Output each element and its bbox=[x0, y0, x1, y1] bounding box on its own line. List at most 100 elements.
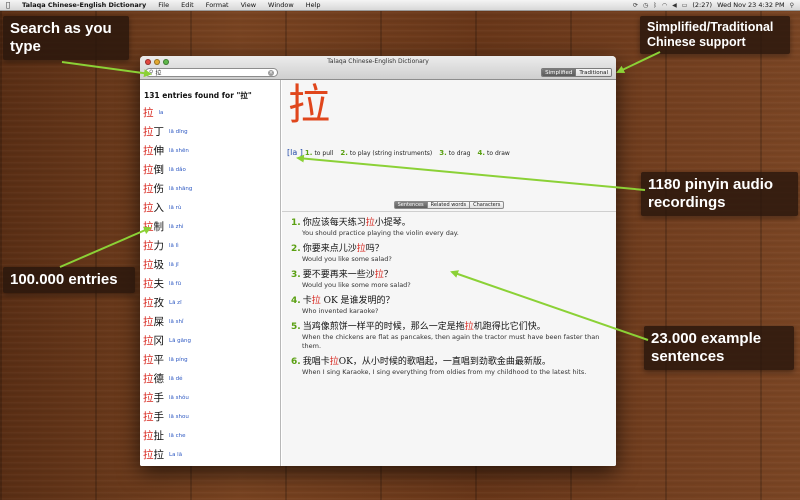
sentence-item[interactable]: 2. 你要来点儿沙拉吗？ Would you like some salad? bbox=[291, 243, 608, 264]
script-toggle[interactable]: Simplified Traditional bbox=[541, 68, 612, 77]
arrow-search bbox=[61, 61, 152, 78]
sentence-item[interactable]: 6. 我唱卡拉OK，从小时候的歌唱起，一直唱到劲歌金曲最新版。 When I sin… bbox=[291, 356, 608, 377]
bluetooth-icon[interactable]: ᛒ bbox=[653, 2, 657, 9]
callout-sentences: 23.000 example sentences bbox=[644, 326, 794, 370]
list-item[interactable]: 拉制 lā zhì bbox=[140, 217, 280, 236]
sentence-chinese: 4. 卡拉 OK 是谁发明的？ bbox=[291, 296, 395, 306]
spotlight-icon[interactable]: ⚲ bbox=[790, 2, 794, 9]
clear-search-icon[interactable]: × bbox=[268, 69, 274, 76]
menu-format[interactable]: Format bbox=[200, 1, 235, 9]
list-item[interactable]: 拉平 lā píng bbox=[140, 350, 280, 369]
sync-icon[interactable]: ⟳ bbox=[633, 2, 638, 9]
list-item[interactable]: 拉圾 lā jī bbox=[140, 255, 280, 274]
dictionary-window: Talaqa Chinese-English Dictionary ⚲ 拉 × … bbox=[140, 56, 616, 466]
search-value[interactable]: 拉 bbox=[155, 68, 266, 77]
list-item[interactable]: 拉力 lā lì bbox=[140, 236, 280, 255]
entry-pinyin: lā jī bbox=[169, 261, 179, 268]
list-item[interactable]: 拉倒 lā dǎo bbox=[140, 160, 280, 179]
list-item[interactable]: 拉夫 lā fū bbox=[140, 274, 280, 293]
entry-hanzi: 拉制 bbox=[143, 221, 164, 233]
pinyin-audio-link[interactable]: [la ] bbox=[287, 148, 303, 157]
arrow-entries bbox=[59, 226, 152, 268]
list-item[interactable]: 拉手 lā shou bbox=[140, 407, 280, 426]
apple-menu-icon[interactable]:  bbox=[0, 1, 16, 9]
list-item[interactable]: 拉伤 lā shāng bbox=[140, 179, 280, 198]
entry-pinyin: lā zhì bbox=[169, 223, 184, 230]
entry-hanzi: 拉手 bbox=[143, 411, 164, 423]
list-item[interactable]: 拉手 lā shǒu bbox=[140, 388, 280, 407]
sentence-item[interactable]: 4. 卡拉 OK 是谁发明的？ Who invented karaoke? bbox=[291, 295, 608, 316]
callout-search: Search as you type bbox=[3, 16, 129, 60]
menu-clock[interactable]: Wed Nov 23 4:32 PM bbox=[717, 1, 785, 9]
sentence-chinese: 5. 当鸡像煎饼一样平的时候，那么一定是拖拉机跑得比它们快。 bbox=[291, 322, 546, 332]
meaning-1: 1. to pull bbox=[305, 149, 333, 157]
list-item[interactable]: 拉拉 La lā bbox=[140, 445, 280, 464]
search-input[interactable]: ⚲ 拉 × bbox=[145, 68, 278, 77]
menu-app-name[interactable]: Talaqa Chinese-English Dictionary bbox=[16, 1, 152, 9]
headword-character: 拉 bbox=[288, 80, 331, 129]
sentence-number: 6. bbox=[291, 357, 301, 367]
list-item[interactable]: 拉扯 lā che bbox=[140, 426, 280, 445]
entry-pinyin: Lā gāng bbox=[169, 337, 192, 344]
tab-sentences[interactable]: Sentences bbox=[393, 201, 428, 209]
sentence-number: 4. bbox=[291, 296, 301, 306]
volume-icon[interactable]: ◀ bbox=[672, 2, 677, 9]
meaning-number: 1. bbox=[304, 149, 313, 157]
entry-hanzi: 拉 bbox=[143, 107, 154, 119]
sentence-english: When the chickens are flat as pancakes, … bbox=[302, 333, 600, 350]
tab-related-words[interactable]: Related words bbox=[427, 201, 471, 209]
entry-pinyin: lā dīng bbox=[169, 128, 188, 135]
sentence-item[interactable]: 5. 当鸡像煎饼一样平的时候，那么一定是拖拉机跑得比它们快。 When the ch… bbox=[291, 321, 608, 351]
sentence-number: 5. bbox=[291, 322, 301, 332]
list-item[interactable]: 拉孜 Lā zī bbox=[140, 293, 280, 312]
entry-hanzi: 拉入 bbox=[143, 202, 164, 214]
list-item[interactable]: 拉冈 Lā gāng bbox=[140, 331, 280, 350]
entry-hanzi: 拉手 bbox=[143, 392, 164, 404]
menu-bar:  Talaqa Chinese-English Dictionary File… bbox=[0, 0, 800, 11]
entry-pinyin: lā fū bbox=[169, 280, 182, 287]
list-item[interactable]: 拉德 lā dé bbox=[140, 369, 280, 388]
menu-view[interactable]: View bbox=[235, 1, 262, 9]
entry-hanzi: 拉倒 bbox=[143, 164, 164, 176]
list-item[interactable]: 拉入 lā rù bbox=[140, 198, 280, 217]
menu-file[interactable]: File bbox=[152, 1, 175, 9]
menu-edit[interactable]: Edit bbox=[175, 1, 200, 9]
simplified-button[interactable]: Simplified bbox=[542, 69, 576, 76]
entry-pinyin: La lā bbox=[169, 451, 183, 458]
list-item[interactable]: 拉 la bbox=[140, 103, 280, 122]
meaning-number: 3. bbox=[439, 149, 447, 157]
entry-hanzi: 拉冈 bbox=[143, 335, 164, 347]
sentence-item[interactable]: 3. 要不要再来一些沙拉？ Would you like some more sal… bbox=[291, 269, 608, 290]
sentence-english: When I sing Karaoke, I sing everything f… bbox=[302, 368, 587, 376]
title-bar: Talaqa Chinese-English Dictionary ⚲ 拉 × … bbox=[140, 56, 616, 80]
meaning-3: 3. to drag bbox=[439, 149, 470, 157]
meaning-4: 4. to draw bbox=[478, 149, 510, 157]
tab-characters[interactable]: Characters bbox=[470, 201, 505, 209]
entry-hanzi: 拉夫 bbox=[143, 278, 164, 290]
status-area: ⟳ ◷ ᛒ ◠ ◀ ▭ (2:27) Wed Nov 23 4:32 PM ⚲ bbox=[633, 1, 800, 9]
list-item[interactable]: 拉拉la la bbox=[140, 464, 280, 466]
search-icon: ⚲ bbox=[149, 68, 154, 76]
sentence-chinese: 1. 你应该每天练习拉小提琴。 bbox=[291, 218, 411, 228]
meaning-number: 2. bbox=[340, 149, 348, 157]
entry-hanzi: 拉力 bbox=[143, 240, 164, 252]
entry-hanzi: 拉平 bbox=[143, 354, 164, 366]
wifi-icon[interactable]: ◠ bbox=[662, 2, 667, 9]
time-machine-icon[interactable]: ◷ bbox=[643, 2, 648, 9]
entry-pinyin: lā shou bbox=[169, 413, 189, 420]
sentence-item[interactable]: 1. 你应该每天练习拉小提琴。 You should practice playin… bbox=[291, 217, 608, 238]
entry-pinyin: lā che bbox=[169, 432, 186, 439]
sentence-chinese: 2. 你要来点儿沙拉吗？ bbox=[291, 244, 384, 254]
meaning-2: 2. to play (string instruments) bbox=[340, 149, 432, 157]
entry-hanzi: 拉德 bbox=[143, 373, 164, 385]
menu-window[interactable]: Window bbox=[262, 1, 300, 9]
list-item[interactable]: 拉屎 lā shǐ bbox=[140, 312, 280, 331]
list-item[interactable]: 拉丁 lā dīng bbox=[140, 122, 280, 141]
entry-hanzi: 拉伤 bbox=[143, 183, 164, 195]
pinyin-meanings-line: [la ] 1. to pull 2. to play (string instru… bbox=[287, 148, 517, 157]
battery-icon[interactable]: ▭ bbox=[682, 2, 688, 9]
list-item[interactable]: 拉伸 lā shēn bbox=[140, 141, 280, 160]
traditional-button[interactable]: Traditional bbox=[575, 69, 611, 76]
sentence-chinese: 6. 我唱卡拉OK，从小时候的歌唱起，一直唱到劲歌金曲最新版。 bbox=[291, 357, 551, 367]
menu-help[interactable]: Help bbox=[300, 1, 327, 9]
